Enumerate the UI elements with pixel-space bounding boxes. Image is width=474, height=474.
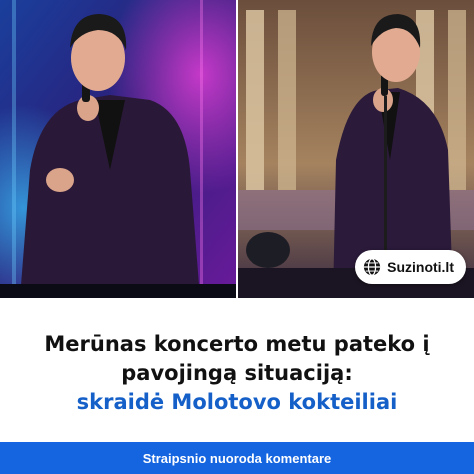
brand-badge[interactable]: Suzinoti.lt (355, 250, 466, 284)
footer-bar[interactable]: Straipsnio nuoroda komentare (0, 442, 474, 474)
headline: Merūnas koncerto metu pateko į pavojingą… (0, 330, 474, 417)
brand-name: Suzinoti.lt (387, 259, 454, 275)
headline-line-3: skraidė Molotovo kokteiliai (76, 390, 398, 414)
headline-line-1: Merūnas koncerto metu pateko į (44, 332, 430, 356)
headline-line-2: pavojingą situaciją: (121, 361, 353, 385)
concert-photo-left (0, 0, 236, 298)
photo-collage: Suzinoti.lt (0, 0, 474, 298)
footer-label: Straipsnio nuoroda komentare (142, 450, 332, 466)
globe-icon (364, 258, 381, 276)
